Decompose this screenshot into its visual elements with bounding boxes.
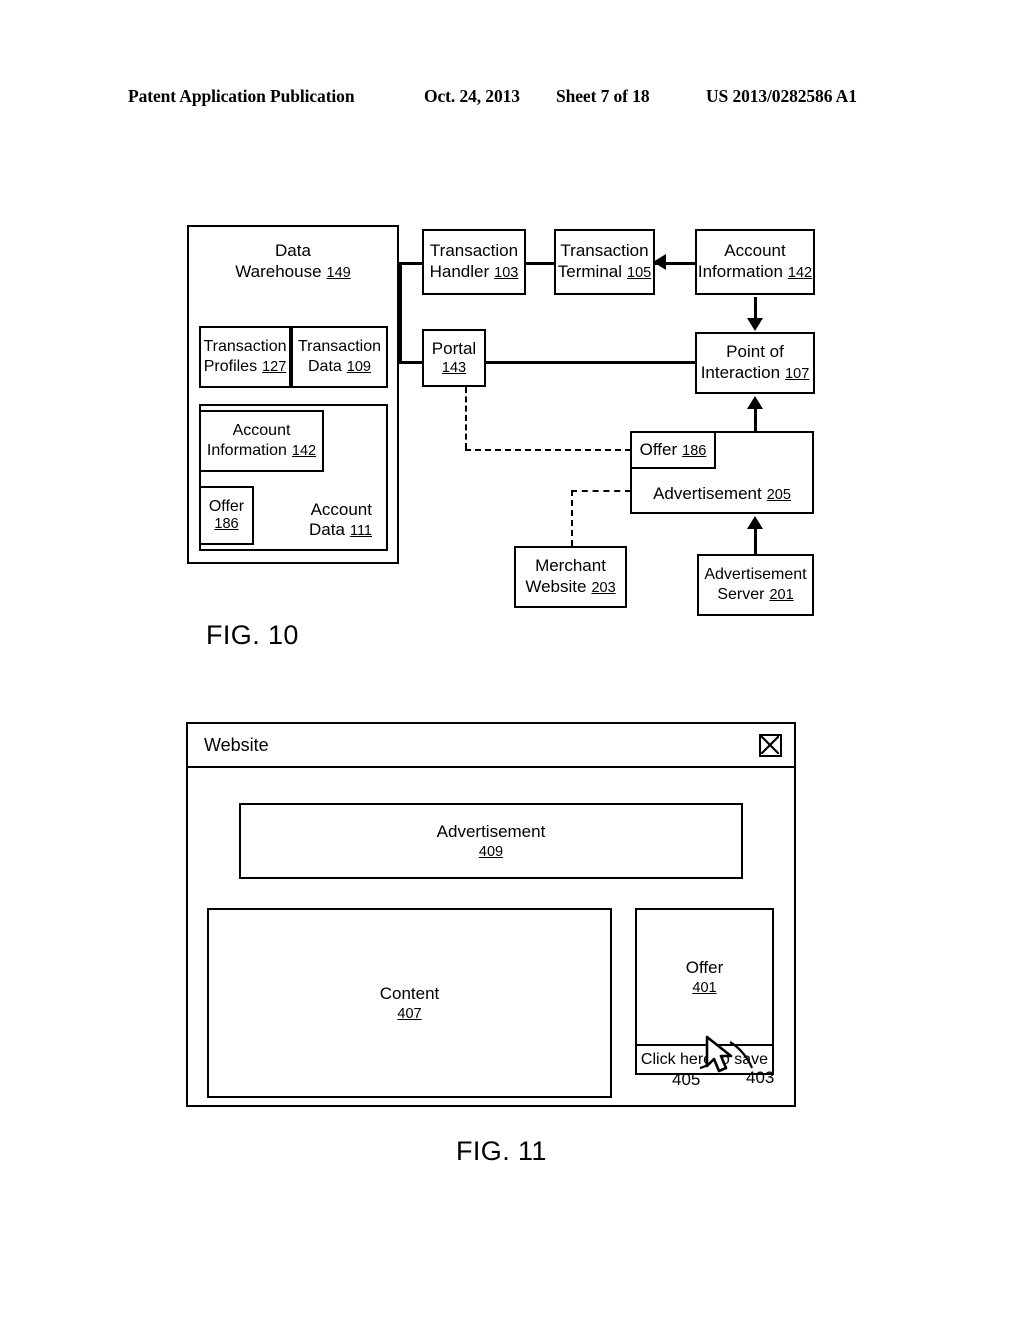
callout-leader-lines (699, 1041, 754, 1070)
callout-405: 405 (672, 1070, 701, 1089)
figure-11: Website Advertisement 409 Content 407 Of… (0, 0, 1024, 1320)
callout-403: 403 (746, 1068, 775, 1087)
mouse-cursor-icon (705, 1035, 733, 1073)
figure-11-label: FIG. 11 (456, 1136, 547, 1166)
